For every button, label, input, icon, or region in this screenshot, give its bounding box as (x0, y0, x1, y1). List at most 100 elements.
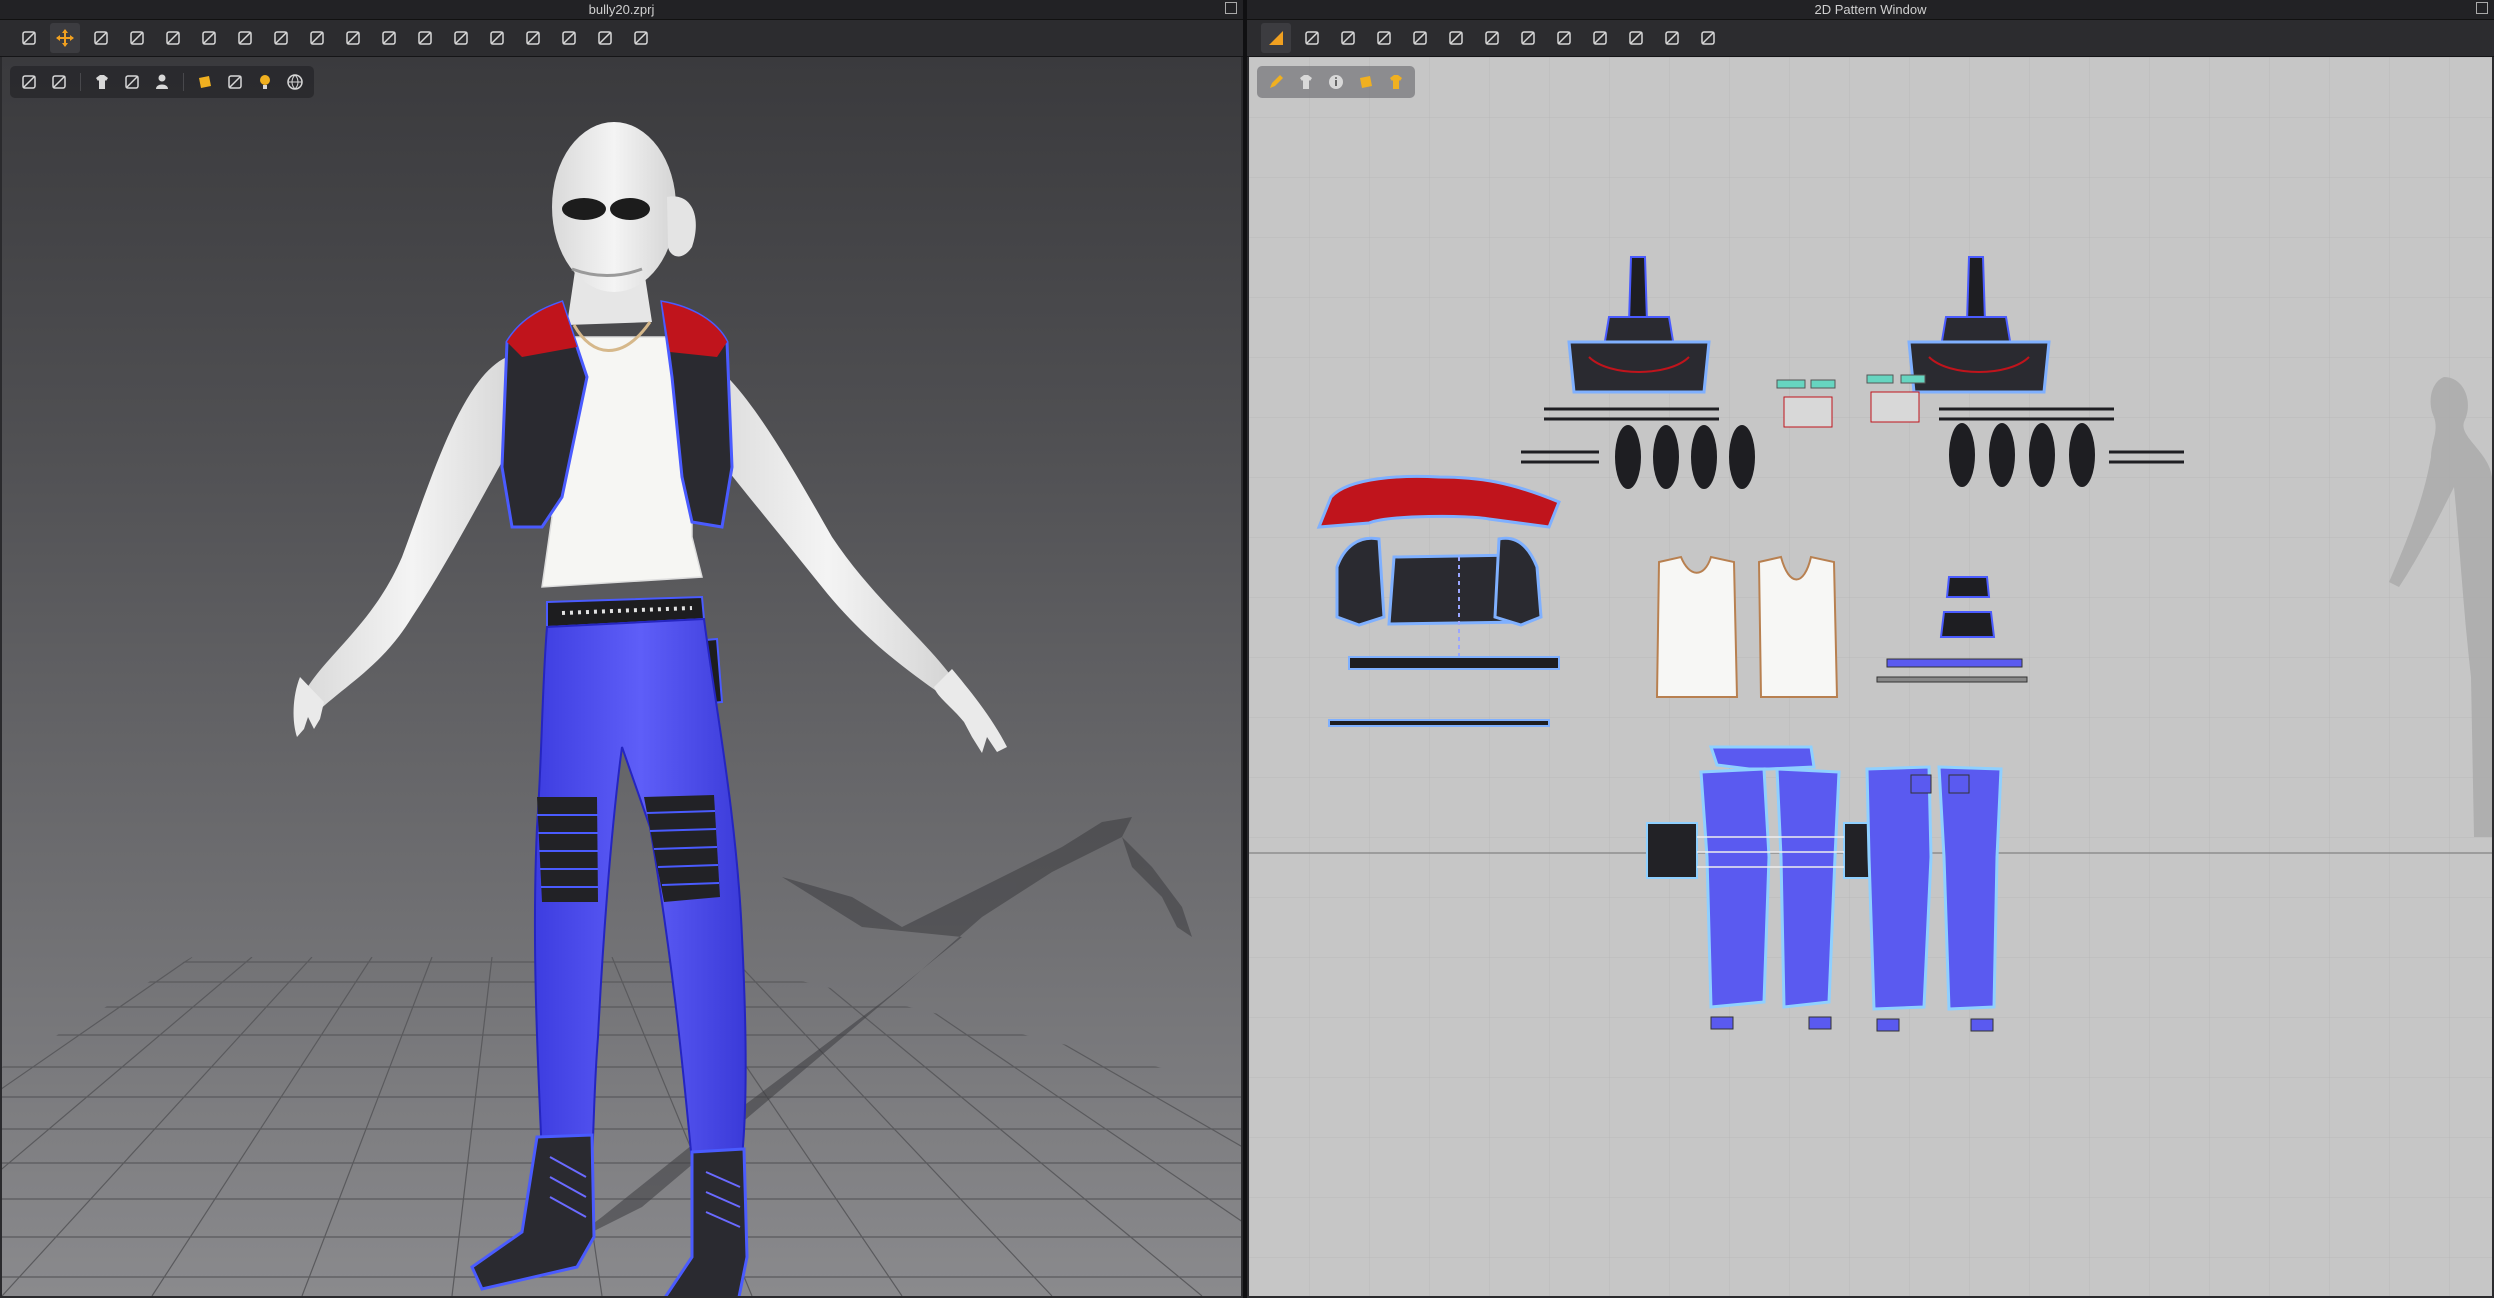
ruler-button[interactable] (1693, 23, 1723, 53)
tack-button[interactable] (158, 23, 188, 53)
fold-button[interactable] (266, 23, 296, 53)
wireframe-button[interactable] (222, 69, 248, 95)
arrangement-button[interactable] (302, 23, 332, 53)
internal-shape-icon (1374, 28, 1394, 48)
pleat-icon (451, 28, 471, 48)
texture-surface-icon (19, 72, 39, 92)
floor-grid (2, 957, 1241, 1296)
highlight-icon (1356, 72, 1376, 92)
texture-surface-button[interactable] (16, 69, 42, 95)
internal-shape-button[interactable] (1369, 23, 1399, 53)
grid-pattern-button[interactable] (1477, 23, 1507, 53)
edit-curvature-button[interactable] (1297, 23, 1327, 53)
globe-icon (285, 72, 305, 92)
offset-button[interactable] (1441, 23, 1471, 53)
brush-button[interactable] (122, 23, 152, 53)
pencil-icon (1266, 72, 1286, 92)
brush-icon (127, 28, 147, 48)
shirt-icon (1296, 72, 1316, 92)
zipper-button[interactable] (554, 23, 584, 53)
avatar-button[interactable] (149, 69, 175, 95)
free-sewing-icon (1626, 28, 1646, 48)
globe-button[interactable] (282, 69, 308, 95)
select-mesh-icon (19, 28, 39, 48)
shirt-button[interactable] (1293, 69, 1319, 95)
puckering-button[interactable] (590, 23, 620, 53)
zipper-icon (559, 28, 579, 48)
3d-viewport[interactable] (2, 57, 1241, 1296)
edit-pattern-icon (91, 28, 111, 48)
3d-window-titlebar: bully20.zprj (0, 0, 1243, 20)
restore-icon[interactable] (1225, 2, 1237, 14)
pin-icon (199, 28, 219, 48)
3d-scene (2, 122, 1241, 1296)
select-mesh-button[interactable] (14, 23, 44, 53)
transform-move-button[interactable] (50, 23, 80, 53)
avatar-pose-button[interactable] (626, 23, 656, 53)
pin-button[interactable] (194, 23, 224, 53)
toolbar-separator (183, 73, 184, 91)
fold-pattern-button[interactable] (1513, 23, 1543, 53)
shirt-pattern-button[interactable] (1549, 23, 1579, 53)
3d-window: bully20.zprj (0, 0, 1243, 1298)
strengthen-icon (415, 28, 435, 48)
button-icon (487, 28, 507, 48)
light-icon (255, 72, 275, 92)
button-button[interactable] (482, 23, 512, 53)
rectangle-button[interactable] (1333, 23, 1363, 53)
transform-pattern-icon (1266, 28, 1286, 48)
arrangement-icon (307, 28, 327, 48)
measure-icon (235, 28, 255, 48)
stitch-button[interactable] (1657, 23, 1687, 53)
wireframe-icon (225, 72, 245, 92)
offset-icon (1446, 28, 1466, 48)
free-sewing-button[interactable] (1621, 23, 1651, 53)
info-icon (1326, 72, 1346, 92)
2d-window-titlebar: 2D Pattern Window (1247, 0, 2494, 20)
pin-visibility-button[interactable] (192, 69, 218, 95)
toolbar-separator (80, 73, 81, 91)
fold-pattern-icon (1518, 28, 1538, 48)
thick-surface-button[interactable] (46, 69, 72, 95)
avatar-shadow (562, 817, 1192, 1247)
light-button[interactable] (252, 69, 278, 95)
info-button[interactable] (1323, 69, 1349, 95)
segment-sewing-button[interactable] (1585, 23, 1615, 53)
restore-icon[interactable] (2476, 2, 2488, 14)
segment-sewing-icon (1590, 28, 1610, 48)
2d-view-controls (1257, 66, 1415, 98)
trace-icon (1410, 28, 1430, 48)
measure-button[interactable] (230, 23, 260, 53)
2d-pattern-window: 2D Pattern Window (1247, 0, 2494, 1298)
3d-toolbar (0, 20, 1243, 57)
trace-button[interactable] (1405, 23, 1435, 53)
highlight-button[interactable] (1353, 69, 1379, 95)
transform-move-icon (55, 28, 75, 48)
jeans (533, 617, 747, 1164)
avatar-garment-button[interactable] (119, 69, 145, 95)
2d-pattern-canvas[interactable] (1249, 57, 2492, 1296)
thick-surface-icon (49, 72, 69, 92)
pattern-layout (1249, 57, 2492, 1296)
pencil-button[interactable] (1263, 69, 1289, 95)
grid-button[interactable] (374, 23, 404, 53)
edit-pattern-button[interactable] (86, 23, 116, 53)
avatar-garment-icon (122, 72, 142, 92)
gather-button[interactable] (338, 23, 368, 53)
avatar-icon (152, 72, 172, 92)
topstitch-icon (523, 28, 543, 48)
strengthen-button[interactable] (410, 23, 440, 53)
shirt-color-button[interactable] (1383, 69, 1409, 95)
transform-pattern-button[interactable] (1261, 23, 1291, 53)
topstitch-button[interactable] (518, 23, 548, 53)
pleat-button[interactable] (446, 23, 476, 53)
garment-icon (92, 72, 112, 92)
pin-visibility-icon (195, 72, 215, 92)
tack-icon (163, 28, 183, 48)
3d-view-controls (10, 66, 314, 98)
garment-button[interactable] (89, 69, 115, 95)
fold-icon (271, 28, 291, 48)
puckering-icon (595, 28, 615, 48)
avatar-pose-icon (631, 28, 651, 48)
grid-icon (379, 28, 399, 48)
